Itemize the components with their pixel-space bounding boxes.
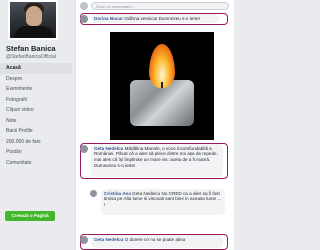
candle-photo[interactable] <box>110 32 214 140</box>
profile-picture[interactable] <box>8 0 58 40</box>
comment-text: O durere ce nu se poate alina <box>124 236 186 242</box>
comment-bubble: Dorina Bucur Odihna vesnica! Dumnezeu s-… <box>91 14 219 23</box>
nav-item-photos[interactable]: Fotografii <box>0 95 72 106</box>
post-card: Scrie un comentariu... Dorina Bucur Odih… <box>75 0 235 250</box>
page-name[interactable]: Stefan Banica <box>6 44 56 53</box>
comment-avatar[interactable] <box>80 145 88 153</box>
comment-composer: Scrie un comentariu... <box>80 2 230 11</box>
nav-item-community[interactable]: Comunitate <box>0 158 72 169</box>
nav-item-about[interactable]: Despre <box>0 74 72 85</box>
reply-avatar[interactable] <box>90 190 97 197</box>
nav-item-posts[interactable]: Postări <box>0 147 72 158</box>
create-page-button[interactable]: Creează o Pagină <box>5 211 55 221</box>
comment-author[interactable]: Geta Nedelcu <box>94 146 123 151</box>
comment-avatar[interactable] <box>80 236 88 244</box>
nav-item-notes[interactable]: Note <box>0 116 72 127</box>
right-gutter <box>234 0 250 250</box>
nav-item-fans[interactable]: 200.000 de fani <box>0 137 72 148</box>
comment-item: Geta Nedelcu Mădălina Manole, o voce inc… <box>80 143 230 179</box>
nav-item-events[interactable]: Evenimente <box>0 84 72 95</box>
nav-item-home[interactable]: Acasă <box>0 63 72 74</box>
comment-item: Geta Nedelcu O durere ce nu se poate ali… <box>80 234 230 250</box>
comment-bubble: Geta Nedelcu O durere ce nu se poate ali… <box>91 235 223 248</box>
comment-author[interactable]: Geta Nedelcu <box>94 237 123 242</box>
profile-shoulders <box>14 26 54 38</box>
comment-text: Odihna vesnica! Dumnezeu s-o ierte! <box>124 15 200 21</box>
nav-item-banii[interactable]: Banii Profile <box>0 126 72 137</box>
left-sidebar: Stefan Banica @StefanBanicaOfficial Acas… <box>0 0 72 250</box>
comment-input[interactable]: Scrie un comentariu... <box>91 2 229 10</box>
profile-head <box>26 6 42 26</box>
composer-avatar <box>80 2 88 10</box>
page-nav: Acasă Despre Evenimente Fotografii Clipu… <box>0 63 72 168</box>
reply-item: Cristina Ana Geta Nedelcu Nu CRED ca a a… <box>90 189 230 217</box>
reply-author[interactable]: Cristina Ana <box>104 191 131 196</box>
comment-author[interactable]: Dorina Bucur <box>94 16 123 21</box>
nav-item-videos[interactable]: Clipuri video <box>0 105 72 116</box>
candle-wick <box>161 82 163 88</box>
comment-item: Dorina Bucur Odihna vesnica! Dumnezeu s-… <box>80 13 230 25</box>
comment-avatar[interactable] <box>80 15 88 23</box>
comment-bubble: Geta Nedelcu Mădălina Manole, o voce inc… <box>91 144 223 177</box>
reply-bubble: Cristina Ana Geta Nedelcu Nu CRED ca a a… <box>101 189 225 215</box>
page-handle[interactable]: @StefanBanicaOfficial <box>6 54 56 60</box>
